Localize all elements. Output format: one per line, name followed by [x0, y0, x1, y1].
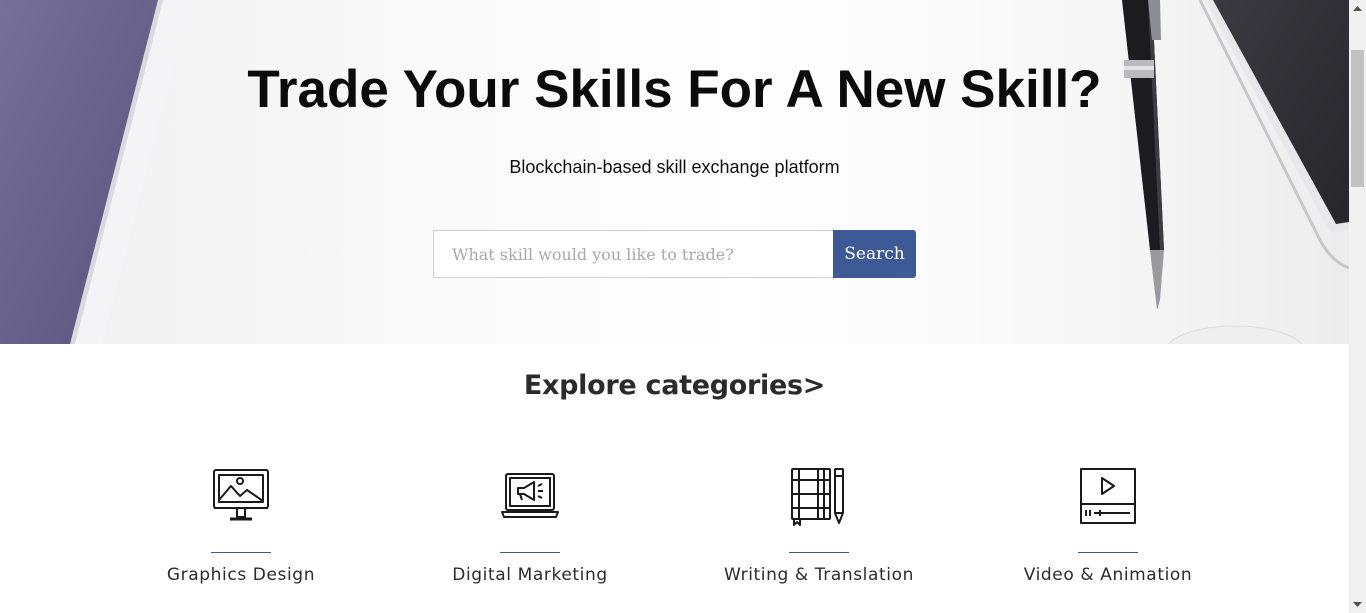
scrollbar-thumb[interactable] [1351, 50, 1364, 187]
hero-title: Trade Your Skills For A New Skill? [247, 60, 1102, 119]
category-video-animation[interactable]: Video & Animation [998, 460, 1218, 600]
monitor-image-icon [211, 466, 271, 526]
notebook-pen-icon [789, 466, 849, 526]
category-divider [500, 552, 560, 553]
laptop-megaphone-icon [500, 466, 560, 526]
category-divider [789, 552, 849, 553]
vertical-scrollbar[interactable] [1349, 0, 1366, 613]
category-writing-translation[interactable]: Writing & Translation [709, 460, 929, 600]
search-button[interactable]: Search [833, 230, 916, 278]
hero-section: Trade Your Skills For A New Skill? Block… [0, 0, 1349, 344]
category-divider [1078, 552, 1138, 553]
scroll-up-icon[interactable] [1349, 0, 1366, 17]
category-graphics-design[interactable]: Graphics Design [131, 460, 351, 600]
hero-subtitle: Blockchain-based skill exchange platform [509, 157, 840, 177]
category-label: Graphics Design [166, 565, 316, 585]
category-label: Digital Marketing [452, 565, 608, 585]
skill-search-input[interactable] [433, 230, 833, 278]
main-content: Trade Your Skills For A New Skill? Block… [0, 0, 1349, 613]
category-label: Video & Animation [1023, 565, 1193, 585]
category-divider [211, 552, 271, 553]
page: Trade Your Skills For A New Skill? Block… [0, 0, 1366, 613]
explore-categories-heading[interactable]: Explore categories> [0, 366, 1349, 406]
category-label: Writing & Translation [723, 565, 914, 585]
scroll-down-icon[interactable] [1349, 596, 1366, 613]
search-form: Search [433, 230, 916, 278]
category-digital-marketing[interactable]: Digital Marketing [420, 460, 640, 600]
video-player-icon [1078, 466, 1138, 526]
